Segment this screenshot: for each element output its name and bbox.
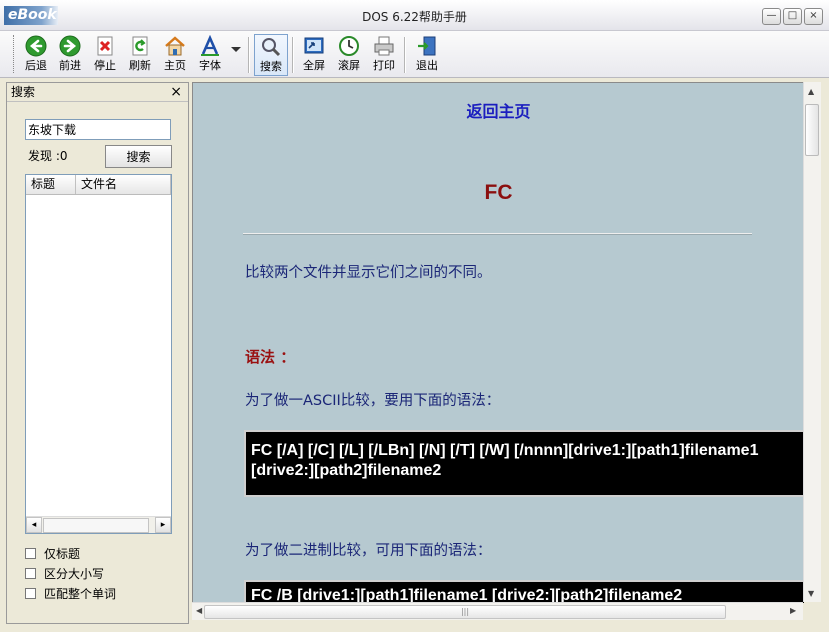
back-home-link[interactable]: 返回主页 (193, 98, 804, 122)
search-panel: 搜索 × 东坡下载 发现 :0 搜索 标题 文件名 ◂ ▸ 仅标题 区分大小写 … (6, 82, 189, 624)
checkbox-icon[interactable] (25, 567, 36, 579)
search-button[interactable]: 搜索 (105, 145, 172, 168)
results-hscrollbar[interactable]: ◂ ▸ (26, 516, 171, 533)
fullscreen-icon (304, 37, 324, 54)
font-icon (201, 35, 219, 56)
print-button[interactable]: 打印 (367, 34, 401, 76)
found-count: 发现 :0 (28, 149, 68, 163)
toolbar-separator (248, 37, 250, 73)
option-whole-word[interactable]: 匹配整个单词 (25, 583, 116, 603)
option-title-only[interactable]: 仅标题 (25, 543, 116, 563)
minimize-button[interactable]: — (762, 8, 781, 25)
maximize-button[interactable]: □ (783, 8, 802, 25)
toolbar-grip[interactable] (13, 35, 17, 73)
forward-arrow-icon (59, 35, 81, 57)
scroll-thumb[interactable] (43, 518, 149, 533)
ascii-syntax-line: [drive2:][path2]filename2 (251, 462, 442, 479)
back-arrow-icon (25, 35, 47, 57)
column-title[interactable]: 标题 (26, 175, 76, 194)
scroll-right-icon[interactable]: ▶ (790, 606, 796, 615)
exit-button[interactable]: 退出 (410, 34, 444, 76)
close-button[interactable]: × (804, 8, 823, 25)
refresh-icon (132, 36, 148, 56)
stop-icon (97, 36, 113, 56)
hscroll-thumb[interactable]: ||| (204, 605, 726, 619)
ascii-syntax-line: FC [/A] [/C] [/L] [/LBn] [/N] [/T] [/W] … (251, 442, 759, 459)
content-vscrollbar[interactable]: ▲ ▼ (803, 82, 821, 602)
divider (243, 233, 752, 235)
refresh-button[interactable]: 刷新 (123, 34, 157, 76)
binary-syntax-block: FC /B [drive1:][path1]filename1 [drive2:… (244, 580, 804, 603)
scroll-left-icon[interactable]: ◂ (26, 517, 42, 533)
panel-close-icon[interactable]: × (170, 83, 182, 102)
syntax-label: 语法 ： (245, 348, 296, 366)
window-title: DOS 6.22帮助手册 (362, 10, 467, 24)
toolbar: 后退 前进 停止 刷新 主页 字体 搜索 全屏 滚屏 打印 退出 (0, 31, 829, 78)
search-panel-header: 搜索 × (7, 83, 188, 102)
content-hscrollbar[interactable]: ◀ ||| ▶ (192, 602, 803, 620)
window-controls: — □ × (762, 8, 823, 25)
search-options: 仅标题 区分大小写 匹配整个单词 (25, 543, 116, 603)
checkbox-icon[interactable] (25, 547, 36, 559)
scroll-down-icon[interactable]: ▼ (808, 589, 814, 598)
checkbox-icon[interactable] (25, 587, 36, 599)
ascii-intro-text: 为了做一ASCII比较，要用下面的语法： (245, 393, 501, 409)
scroll-left-icon[interactable]: ◀ (196, 606, 202, 615)
results-list-header: 标题 文件名 (26, 175, 171, 195)
binary-syntax-line: FC /B [drive1:][path1]filename1 [drive2:… (251, 587, 683, 603)
stop-button[interactable]: 停止 (88, 34, 122, 76)
font-dropdown-arrow-icon[interactable] (231, 47, 241, 52)
toolbar-separator (404, 37, 406, 73)
column-filename[interactable]: 文件名 (76, 175, 171, 194)
results-list[interactable]: 标题 文件名 ◂ ▸ (25, 174, 172, 534)
search-input[interactable]: 东坡下载 (25, 119, 171, 140)
page-heading: FC (484, 181, 513, 204)
binary-intro-text: 为了做二进制比较，可用下面的语法： (245, 543, 492, 559)
option-match-case[interactable]: 区分大小写 (25, 563, 116, 583)
fullscreen-button[interactable]: 全屏 (297, 34, 331, 76)
home-button[interactable]: 主页 (158, 34, 192, 76)
back-button[interactable]: 后退 (19, 34, 53, 76)
search-panel-title: 搜索 (11, 85, 36, 99)
forward-button[interactable]: 前进 (53, 34, 87, 76)
scroll-up-icon[interactable]: ▲ (808, 87, 814, 96)
vscroll-thumb[interactable] (805, 104, 819, 156)
autoscroll-button[interactable]: 滚屏 (332, 34, 366, 76)
description-text: 比较两个文件并显示它们之间的不同。 (245, 265, 492, 281)
home-icon (165, 36, 185, 56)
font-button[interactable]: 字体 (193, 34, 227, 76)
content-pane: 返回主页 FC 比较两个文件并显示它们之间的不同。 语法 ： 为了做一ASCII… (192, 82, 804, 603)
scroll-right-icon[interactable]: ▸ (155, 517, 171, 533)
ascii-syntax-block: FC [/A] [/C] [/L] [/LBn] [/N] [/T] [/W] … (244, 430, 804, 497)
clock-scroll-icon (339, 36, 359, 56)
exit-door-icon (418, 36, 436, 56)
search-toggle-button[interactable]: 搜索 (254, 34, 288, 76)
title-bar: eBook DOS 6.22帮助手册 — □ × (0, 0, 829, 31)
toolbar-separator (292, 37, 294, 73)
printer-icon (374, 36, 394, 56)
magnifier-icon (262, 38, 281, 57)
